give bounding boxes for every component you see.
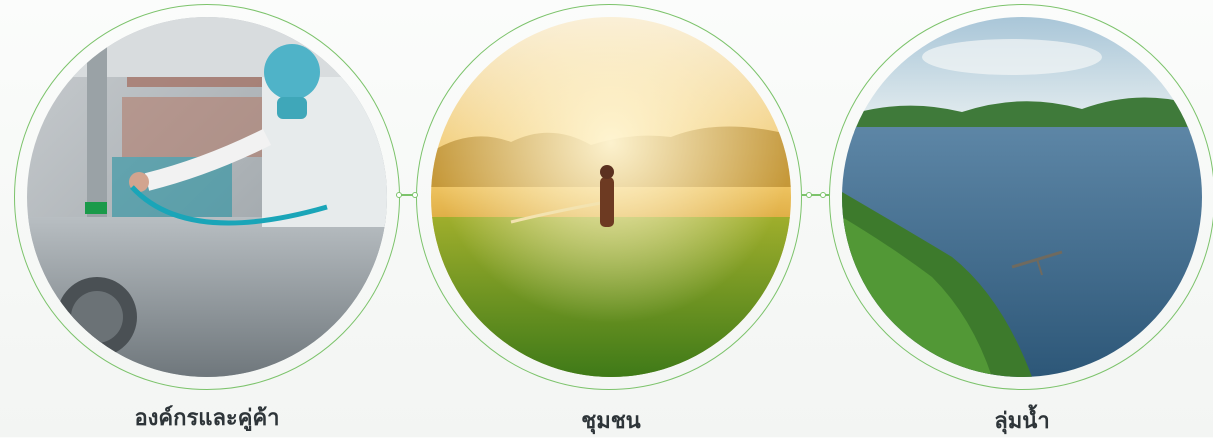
factory-worker-cleaning-photo bbox=[27, 17, 387, 377]
connector-dot-1b bbox=[412, 192, 418, 198]
connector-dot-2a bbox=[806, 192, 812, 198]
farmer-spraying-rice-field-photo bbox=[431, 17, 791, 377]
connector-dot-1a bbox=[396, 192, 402, 198]
stakeholder-circles: องค์กรและคู่ค้า ชุมชน ลุ่มน้ำ bbox=[0, 0, 1213, 437]
river-landscape-photo bbox=[842, 17, 1202, 377]
caption-watershed: ลุ่มน้ำ bbox=[994, 409, 1050, 434]
caption-community: ชุมชน bbox=[581, 409, 641, 434]
connector-dot-2b bbox=[820, 192, 826, 198]
caption-organization-partners: องค์กรและคู่ค้า bbox=[134, 406, 280, 431]
